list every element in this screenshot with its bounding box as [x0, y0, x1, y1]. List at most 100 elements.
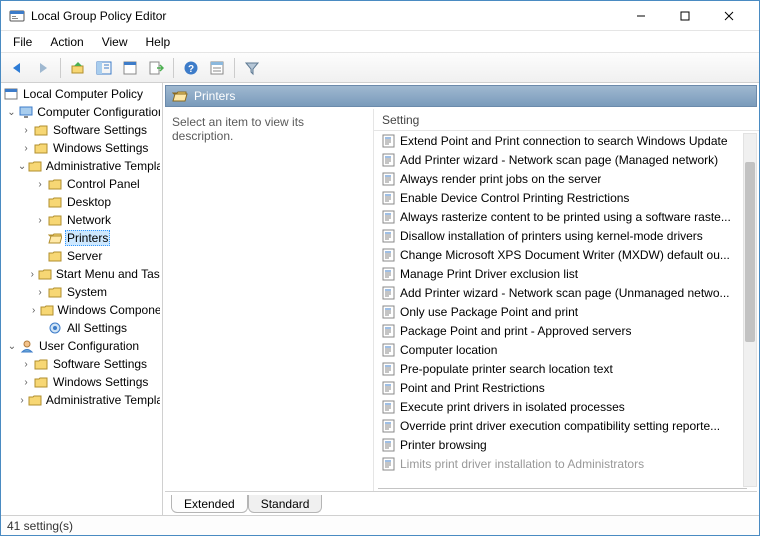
chevron-right-icon[interactable]: ›: [19, 143, 33, 154]
maximize-button[interactable]: [663, 2, 707, 30]
minimize-button[interactable]: [619, 2, 663, 30]
vertical-scrollbar[interactable]: [743, 133, 757, 487]
list-item[interactable]: Change Microsoft XPS Document Writer (MX…: [378, 245, 755, 264]
menu-file[interactable]: File: [5, 33, 40, 51]
chevron-right-icon[interactable]: ›: [27, 269, 38, 280]
column-header-setting[interactable]: Setting: [374, 109, 759, 131]
list-item[interactable]: Pre-populate printer search location tex…: [378, 359, 755, 378]
tree-label: Start Menu and Taskbar: [54, 266, 160, 282]
chevron-down-icon[interactable]: ⌄: [5, 341, 19, 352]
list-item[interactable]: Package Point and print - Approved serve…: [378, 321, 755, 340]
list-item[interactable]: Always rasterize content to be printed u…: [378, 207, 755, 226]
tree-label: Control Panel: [65, 176, 142, 192]
forward-button[interactable]: [31, 56, 55, 80]
tree-item-printers[interactable]: Printers: [1, 229, 162, 247]
tree-item[interactable]: Desktop: [1, 193, 162, 211]
properties-button[interactable]: [118, 56, 142, 80]
list-item[interactable]: Execute print drivers in isolated proces…: [378, 397, 755, 416]
content-area: Local Computer Policy ⌄ Computer Configu…: [1, 83, 759, 515]
show-hide-tree-button[interactable]: [92, 56, 116, 80]
policy-icon: [3, 86, 19, 102]
options-button[interactable]: [205, 56, 229, 80]
toolbar: ?: [1, 53, 759, 83]
list-item[interactable]: Only use Package Point and print: [378, 302, 755, 321]
tree-item[interactable]: › Software Settings: [1, 121, 162, 139]
list-item-label: Always render print jobs on the server: [400, 172, 601, 186]
chevron-down-icon[interactable]: ⌄: [16, 161, 28, 172]
tab-standard[interactable]: Standard: [248, 495, 323, 513]
back-button[interactable]: [5, 56, 29, 80]
list-item[interactable]: Add Printer wizard - Network scan page (…: [378, 150, 755, 169]
tree-item[interactable]: All Settings: [1, 319, 162, 337]
tree-label: Administrative Templates: [44, 392, 160, 408]
list-item[interactable]: Add Printer wizard - Network scan page (…: [378, 283, 755, 302]
tree-item[interactable]: › Network: [1, 211, 162, 229]
chevron-right-icon[interactable]: ›: [16, 395, 28, 406]
list-item[interactable]: Enable Device Control Printing Restricti…: [378, 188, 755, 207]
category-header: Printers: [165, 85, 757, 107]
tree-item[interactable]: › Software Settings: [1, 355, 162, 373]
list-item[interactable]: Always render print jobs on the server: [378, 169, 755, 188]
export-button[interactable]: [144, 56, 168, 80]
list-item[interactable]: Limits print driver installation to Admi…: [378, 454, 755, 473]
filter-button[interactable]: [240, 56, 264, 80]
tree-item[interactable]: › Administrative Templates: [1, 391, 162, 409]
list-item[interactable]: Point and Print Restrictions: [378, 378, 755, 397]
tree-label: Server: [65, 248, 104, 264]
chevron-right-icon[interactable]: ›: [28, 305, 40, 316]
chevron-right-icon[interactable]: ›: [19, 359, 33, 370]
tree-item[interactable]: › Windows Settings: [1, 373, 162, 391]
tree-admin-templates[interactable]: ⌄ Administrative Templates: [1, 157, 162, 175]
tree-label: Software Settings: [51, 122, 149, 138]
list-item[interactable]: Manage Print Driver exclusion list: [378, 264, 755, 283]
tree-item[interactable]: Server: [1, 247, 162, 265]
folder-open-icon: [47, 230, 63, 246]
list-item[interactable]: Override print driver execution compatib…: [378, 416, 755, 435]
tree-item[interactable]: › Start Menu and Taskbar: [1, 265, 162, 283]
statusbar: 41 setting(s): [1, 515, 759, 535]
policy-setting-icon: [382, 229, 396, 243]
policy-setting-icon: [382, 267, 396, 281]
list-item[interactable]: Extend Point and Print connection to sea…: [378, 131, 755, 150]
policy-setting-icon: [382, 438, 396, 452]
chevron-right-icon[interactable]: ›: [19, 377, 33, 388]
up-button[interactable]: [66, 56, 90, 80]
chevron-down-icon[interactable]: ⌄: [5, 107, 18, 118]
scrollbar-thumb[interactable]: [745, 162, 755, 342]
folder-icon: [33, 356, 49, 372]
list-item-label: Execute print drivers in isolated proces…: [400, 400, 625, 414]
close-button[interactable]: [707, 2, 751, 30]
folder-icon: [33, 122, 49, 138]
view-tabs: Extended Standard: [165, 491, 757, 513]
tree-item[interactable]: › Windows Settings: [1, 139, 162, 157]
folder-icon: [47, 248, 63, 264]
tree-pane[interactable]: Local Computer Policy ⌄ Computer Configu…: [1, 83, 163, 515]
tab-extended[interactable]: Extended: [171, 495, 248, 513]
tree-item[interactable]: › Windows Components: [1, 301, 162, 319]
list-item[interactable]: Disallow installation of printers using …: [378, 226, 755, 245]
list-item[interactable]: Computer location: [378, 340, 755, 359]
chevron-right-icon[interactable]: ›: [33, 179, 47, 190]
tree-root[interactable]: Local Computer Policy: [1, 85, 162, 103]
chevron-right-icon[interactable]: ›: [19, 125, 33, 136]
list-item[interactable]: Printer browsing: [378, 435, 755, 454]
policy-setting-icon: [382, 343, 396, 357]
tree-computer-config[interactable]: ⌄ Computer Configuration: [1, 103, 162, 121]
tree-item[interactable]: › Control Panel: [1, 175, 162, 193]
folder-icon: [40, 302, 54, 318]
tree-item[interactable]: › System: [1, 283, 162, 301]
folder-icon: [47, 284, 63, 300]
list-item-label: Enable Device Control Printing Restricti…: [400, 191, 629, 205]
settings-list: Setting Extend Point and Print connectio…: [374, 109, 759, 491]
menu-action[interactable]: Action: [42, 33, 91, 51]
chevron-right-icon[interactable]: ›: [33, 215, 47, 226]
policy-setting-icon: [382, 153, 396, 167]
chevron-right-icon[interactable]: ›: [33, 287, 47, 298]
tree-user-config[interactable]: ⌄ User Configuration: [1, 337, 162, 355]
folder-icon: [28, 392, 42, 408]
menubar: File Action View Help: [1, 31, 759, 53]
tree-label: Windows Settings: [51, 140, 150, 156]
help-button[interactable]: ?: [179, 56, 203, 80]
menu-help[interactable]: Help: [138, 33, 179, 51]
menu-view[interactable]: View: [94, 33, 136, 51]
